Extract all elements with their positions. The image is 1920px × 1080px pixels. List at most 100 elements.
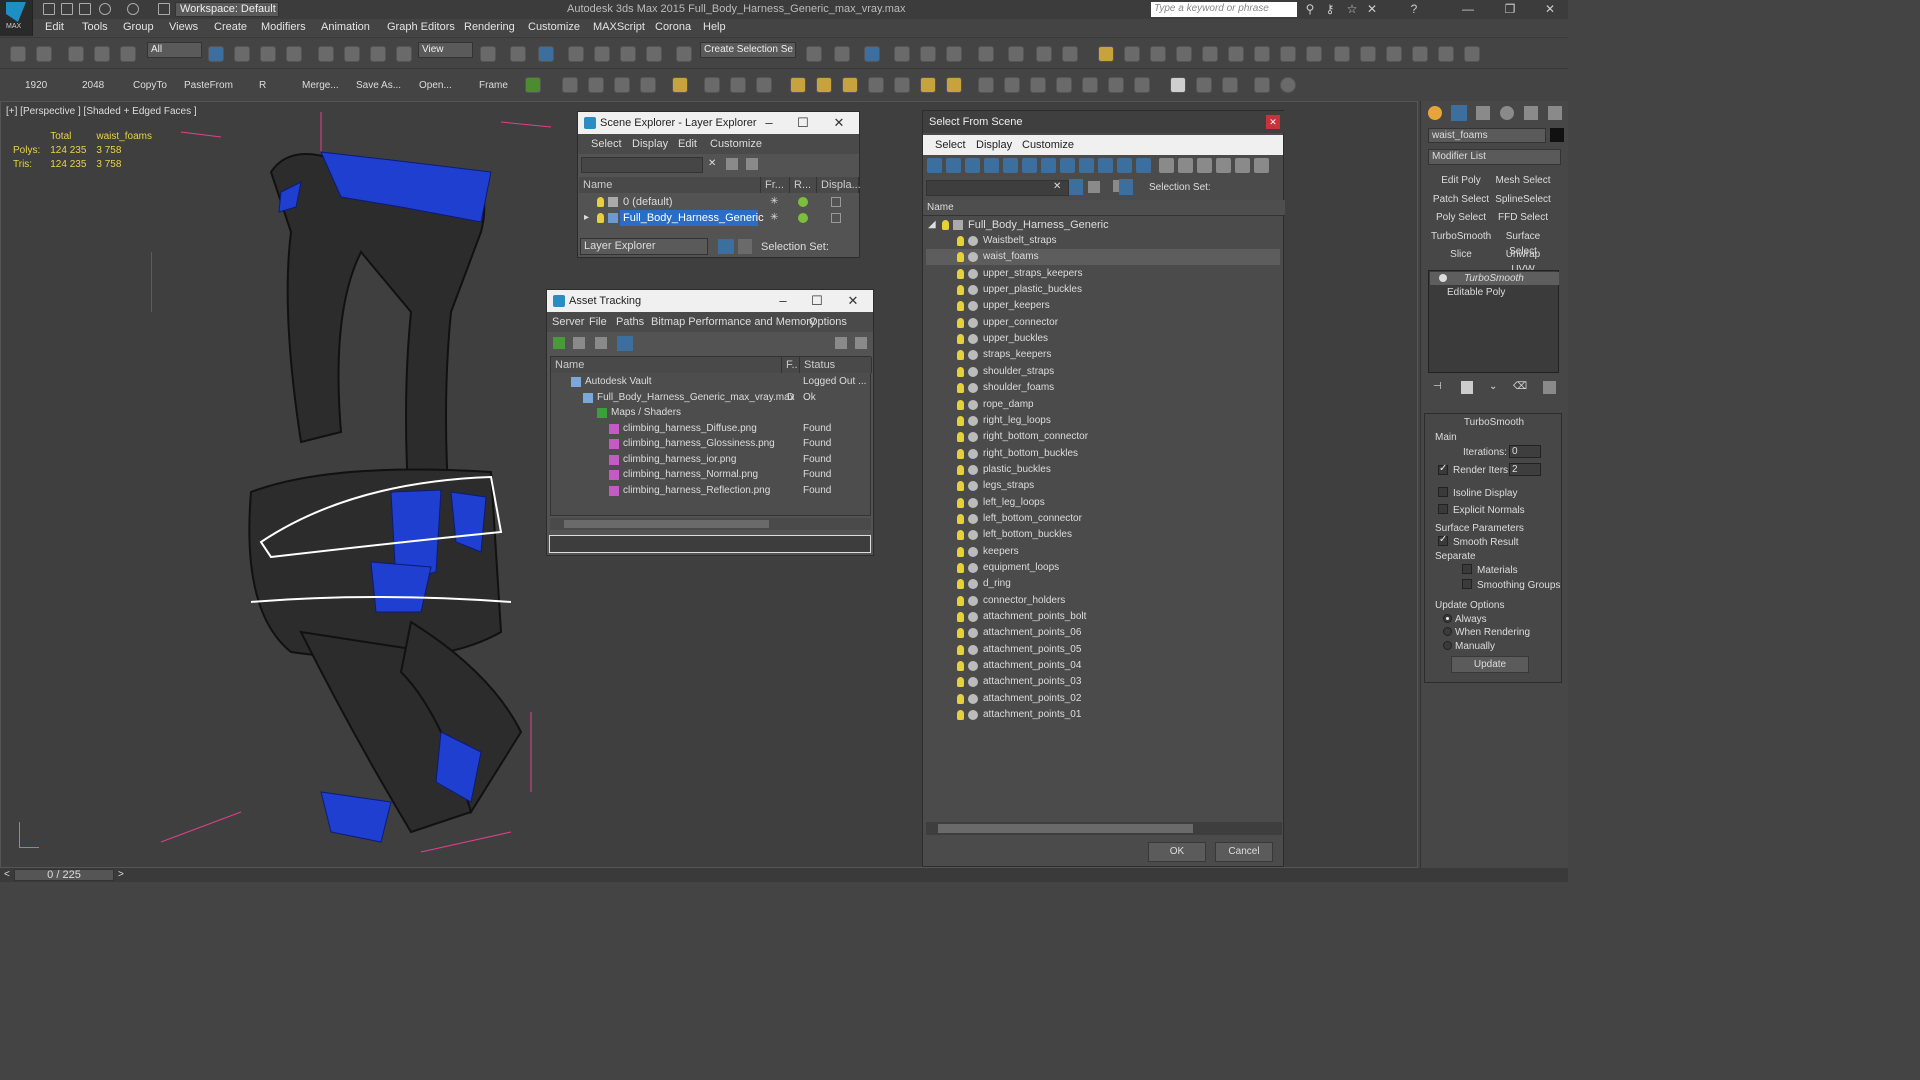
object-list-item[interactable]: upper_connector <box>926 315 1280 331</box>
exchange-icon[interactable]: ✕ <box>1362 2 1382 17</box>
bulb-icon[interactable] <box>957 661 964 672</box>
when-rendering-radio[interactable] <box>1443 627 1452 636</box>
key-icon[interactable]: ⚷ <box>1320 2 1340 17</box>
material-editor-icon[interactable] <box>1008 46 1024 62</box>
redo-icon[interactable] <box>36 46 52 62</box>
scatter-icon[interactable] <box>1386 46 1402 62</box>
sphere-light-icon[interactable] <box>842 77 858 93</box>
at-menu-bitmap-performance[interactable]: Bitmap Performance and Memory <box>651 316 815 328</box>
time-slider[interactable]: < 0 / 225 > <box>0 868 1568 882</box>
bulb-icon[interactable] <box>957 497 964 508</box>
stack-item-editable-poly[interactable]: Editable Poly <box>1430 286 1559 299</box>
save-icon[interactable] <box>79 3 91 15</box>
open-button[interactable]: Open... <box>419 80 452 91</box>
asset-row[interactable]: climbing_harness_Normal.png Found <box>551 467 870 483</box>
place-icon[interactable] <box>396 46 412 62</box>
helper-filter-icon[interactable] <box>1003 158 1018 173</box>
mesh-select-button[interactable]: Mesh Select <box>1493 173 1553 190</box>
object-list-item[interactable]: shoulder_straps <box>926 364 1280 380</box>
layer-add-icon[interactable] <box>726 158 738 170</box>
display-box-icon[interactable] <box>831 213 841 223</box>
asset-row[interactable]: climbing_harness_ior.png Found <box>551 452 870 468</box>
menu-tools[interactable]: Tools <box>82 21 108 33</box>
asset-row[interactable]: Full_Body_Harness_Generic_max_vray.max D O… <box>551 390 870 406</box>
collapse-arrow-icon[interactable]: ◢ <box>928 217 936 233</box>
asset-row[interactable]: climbing_harness_Diffuse.png Found <box>551 421 870 437</box>
plane-icon[interactable] <box>1030 77 1046 93</box>
sfs-title[interactable]: Select From Scene <box>923 111 1285 133</box>
utilities-tab-icon[interactable] <box>1548 106 1562 120</box>
bulb-icon[interactable] <box>597 213 604 223</box>
object-name-input[interactable]: waist_foams <box>1428 128 1546 143</box>
sfs-menu-customize[interactable]: Customize <box>1022 139 1074 151</box>
toggle-scene-explorer-icon[interactable] <box>864 46 880 62</box>
next-frame-icon[interactable]: > <box>118 869 124 880</box>
unlink-icon[interactable] <box>94 46 110 62</box>
help-icon[interactable]: ? <box>1404 2 1424 17</box>
bulb-icon[interactable] <box>957 481 964 492</box>
object-list-item[interactable]: attachment_points_05 <box>926 642 1280 658</box>
se-menu-select[interactable]: Select <box>591 138 622 150</box>
reference-coordinate-dropdown[interactable]: View <box>418 42 473 58</box>
film-icon[interactable] <box>756 77 772 93</box>
at-col-status[interactable]: Status <box>800 357 872 373</box>
bulb-icon[interactable] <box>957 383 964 394</box>
curve-editor-icon[interactable] <box>946 46 962 62</box>
at-menu-options[interactable]: Options <box>809 316 847 328</box>
render-iters-spinner[interactable]: 2 <box>1509 463 1541 476</box>
clear-search-icon[interactable]: ✕ <box>708 158 716 169</box>
new-file-icon[interactable] <box>43 3 55 15</box>
menu-edit[interactable]: Edit <box>45 21 64 33</box>
select-by-name-icon[interactable] <box>234 46 250 62</box>
display-tab-icon[interactable] <box>1524 106 1538 120</box>
window-crossing-icon[interactable] <box>286 46 302 62</box>
maximize-icon[interactable]: ☐ <box>807 292 827 310</box>
teapot-icon[interactable] <box>798 197 808 207</box>
bulb-icon[interactable] <box>957 677 964 688</box>
object-list-item[interactable]: d_ring <box>926 576 1280 592</box>
rotate-icon[interactable] <box>344 46 360 62</box>
close-icon[interactable]: ✕ <box>1540 2 1560 17</box>
light-filter-icon[interactable] <box>965 158 980 173</box>
bulb-icon[interactable] <box>957 317 964 328</box>
bulb-icon[interactable] <box>957 448 964 459</box>
turbosmooth-button[interactable]: TurboSmooth <box>1431 229 1491 246</box>
lamp-icon[interactable] <box>1254 46 1270 62</box>
snaps-toggle-icon[interactable] <box>568 46 584 62</box>
bind-space-warp-icon[interactable] <box>120 46 136 62</box>
redo-icon[interactable] <box>127 3 139 15</box>
menu-animation[interactable]: Animation <box>321 21 370 33</box>
pivot-center-icon[interactable] <box>480 46 496 62</box>
open-file-icon[interactable] <box>61 3 73 15</box>
object-list-item[interactable]: equipment_loops <box>926 560 1280 576</box>
se-search-input[interactable] <box>581 157 703 173</box>
bulb-icon[interactable] <box>957 399 964 410</box>
minimize-icon[interactable]: — <box>1458 2 1478 17</box>
pastefrom-button[interactable]: PasteFrom <box>184 80 233 91</box>
group-filter-icon[interactable] <box>1041 158 1056 173</box>
modifier-list-dropdown[interactable]: Modifier List <box>1428 149 1561 165</box>
toggle-layer-explorer-icon[interactable] <box>894 46 910 62</box>
menu-views[interactable]: Views <box>169 21 198 33</box>
explicit-normals-checkbox[interactable] <box>1438 504 1448 514</box>
update-button[interactable]: Update <box>1451 656 1529 673</box>
surface-select-button[interactable]: Surface Select <box>1493 229 1553 257</box>
bulb-icon[interactable] <box>957 546 964 557</box>
maximize-icon[interactable]: ☐ <box>793 114 813 132</box>
menu-modifiers[interactable]: Modifiers <box>261 21 306 33</box>
geometry-filter-icon[interactable] <box>927 158 942 173</box>
ies-light-icon[interactable] <box>894 77 910 93</box>
object-list-item[interactable]: keepers <box>926 544 1280 560</box>
bulb-icon[interactable] <box>957 579 964 590</box>
se-col-display[interactable]: Displa... <box>817 177 861 193</box>
freeze-icon[interactable]: ✳ <box>770 194 778 210</box>
stack-item-turbosmooth[interactable]: TurboSmooth <box>1430 272 1559 285</box>
cancel-button[interactable]: Cancel <box>1215 842 1273 862</box>
teapot-icon[interactable] <box>798 213 808 223</box>
render-frame-icon[interactable] <box>588 77 604 93</box>
at-col-name[interactable]: Name <box>551 357 782 373</box>
calculator-icon[interactable] <box>614 77 630 93</box>
poly-select-button[interactable]: Poly Select <box>1431 210 1491 227</box>
tree-icon[interactable] <box>595 337 607 349</box>
copyto-button[interactable]: CopyTo <box>133 80 167 91</box>
